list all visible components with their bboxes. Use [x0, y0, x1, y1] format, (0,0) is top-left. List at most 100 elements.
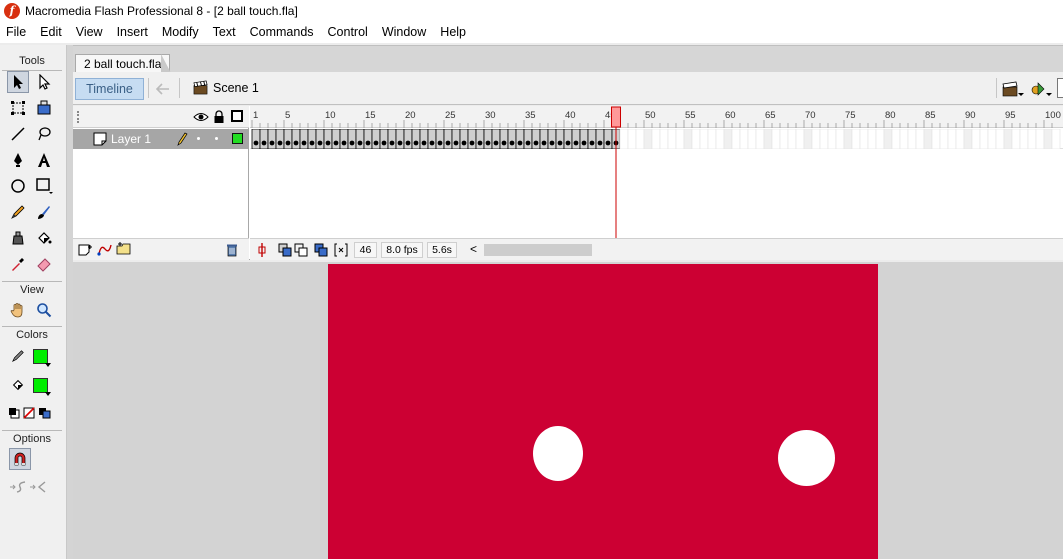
keyframe-dot — [493, 140, 499, 146]
layer-name[interactable]: Layer 1 — [111, 132, 151, 146]
zoom-field-edge[interactable] — [1057, 78, 1063, 98]
fill-transform-tool[interactable] — [33, 97, 55, 119]
menu-modify[interactable]: Modify — [155, 22, 206, 43]
black-white-icon[interactable] — [8, 407, 20, 419]
timeline-horizontal-scrollbar[interactable] — [484, 244, 592, 256]
menu-help[interactable]: Help — [433, 22, 473, 43]
smooth-icon[interactable] — [9, 479, 29, 495]
selection-tool[interactable] — [7, 71, 29, 93]
outline-toggle-icon[interactable] — [231, 110, 243, 122]
lasso-tool[interactable] — [33, 123, 55, 145]
fill-color-swatch[interactable] — [33, 378, 48, 393]
center-frame-icon[interactable] — [256, 243, 268, 257]
line-icon — [11, 127, 25, 141]
ink-bottle-tool[interactable] — [7, 227, 29, 249]
eyedropper-icon — [12, 258, 24, 271]
back-arrow-icon[interactable] — [155, 82, 171, 96]
pencil-tool[interactable] — [7, 201, 29, 223]
show-hide-eye-icon[interactable] — [193, 111, 209, 123]
frames-panel: 1 5 10 15 20 25 30 35 40 45 50 55 60 65 70 75 80 85 90 95 10… — [250, 106, 1063, 260]
keyframe-dot — [301, 140, 307, 146]
stage-canvas[interactable] — [328, 264, 878, 559]
timeline-toggle-button[interactable]: Timeline — [75, 78, 144, 100]
line-tool[interactable] — [7, 123, 29, 145]
keyframe-dot — [501, 140, 507, 146]
swap-colors-icon[interactable] — [38, 407, 52, 419]
ruler-label: 35 — [525, 110, 536, 121]
timeline-panel: Layer 1 1 5 10 15 20 25 30 35 40 45 50 55 60 65 70 75 80… — [73, 106, 1063, 260]
menu-edit[interactable]: Edit — [33, 22, 69, 43]
menu-file[interactable]: File — [0, 22, 33, 43]
menu-text[interactable]: Text — [206, 22, 243, 43]
menu-insert[interactable]: Insert — [110, 22, 155, 43]
magnet-icon — [14, 452, 26, 466]
edit-pencil-icon — [177, 132, 188, 146]
empty-frame-cell — [1011, 128, 1021, 150]
edit-multiple-frames-icon[interactable] — [314, 243, 328, 257]
ruler-label: 15 — [365, 110, 376, 121]
layer-lock-dot[interactable] — [215, 137, 218, 140]
edit-symbols-icon[interactable] — [1030, 80, 1052, 98]
empty-frame-cell — [667, 128, 677, 150]
current-frame-field: 46 — [354, 242, 377, 258]
ink-bottle-icon — [12, 231, 24, 245]
keyframe-dot — [445, 140, 451, 146]
stroke-color-swatch[interactable] — [33, 349, 48, 364]
zoom-tool[interactable] — [33, 299, 55, 321]
eyedropper-tool[interactable] — [7, 253, 29, 275]
delete-layer-trash-icon[interactable] — [225, 243, 239, 257]
title-bar: f Macromedia Flash Professional 8 - [2 b… — [0, 0, 1063, 22]
snap-to-objects-button[interactable] — [9, 448, 31, 470]
keyframe-cell — [507, 128, 517, 150]
edit-scene-icon[interactable] — [1002, 80, 1024, 98]
text-tool[interactable] — [33, 149, 55, 171]
keyframe-cell — [419, 128, 429, 150]
paint-bucket-tool[interactable] — [33, 227, 55, 249]
empty-frame-cell — [803, 128, 813, 150]
straighten-icon[interactable] — [29, 479, 49, 495]
timeline-grip[interactable] — [77, 111, 79, 123]
modify-onion-markers-icon[interactable] — [334, 243, 348, 257]
menu-commands[interactable]: Commands — [243, 22, 321, 43]
menu-view[interactable]: View — [69, 22, 110, 43]
ball-left[interactable] — [533, 426, 583, 481]
insert-layer-icon[interactable] — [77, 243, 93, 257]
pen-tool[interactable] — [7, 149, 29, 171]
layer-outline-color[interactable] — [232, 133, 243, 144]
keyframe-cell — [363, 128, 373, 150]
frame-row[interactable] — [250, 128, 1063, 150]
free-transform-tool[interactable] — [7, 97, 29, 119]
no-color-icon[interactable] — [23, 407, 35, 419]
keyframe-dot — [309, 140, 315, 146]
menu-control[interactable]: Control — [321, 22, 375, 43]
add-motion-guide-icon[interactable] — [97, 242, 113, 256]
scroll-left-arrow[interactable]: < — [470, 242, 477, 256]
hand-tool[interactable] — [7, 299, 29, 321]
subselection-tool[interactable] — [33, 71, 55, 93]
onion-skin-outlines-icon[interactable] — [294, 243, 308, 257]
ball-right[interactable] — [778, 430, 835, 486]
empty-frame-cell — [835, 128, 845, 150]
oval-tool[interactable] — [7, 175, 29, 197]
eraser-tool[interactable] — [33, 253, 55, 275]
keyframe-cell — [259, 128, 269, 150]
layer-visible-dot[interactable] — [197, 137, 200, 140]
keyframe-dot — [341, 140, 347, 146]
insert-folder-icon[interactable] — [116, 242, 132, 256]
edit-bar-right-tools — [996, 78, 1063, 100]
menu-window[interactable]: Window — [375, 22, 433, 43]
frame-rate-field[interactable]: 8.0 fps — [381, 242, 423, 258]
frame-ruler[interactable]: 1 5 10 15 20 25 30 35 40 45 50 55 60 65 70 75 80 85 90 95 10… — [250, 106, 1063, 128]
keyframe-dot — [429, 140, 435, 146]
empty-frame-cell — [627, 128, 637, 150]
document-tab[interactable]: 2 ball touch.fla — [75, 54, 171, 73]
empty-frame-cell — [979, 128, 989, 150]
lock-icon[interactable] — [213, 110, 225, 124]
rectangle-tool[interactable] — [33, 175, 55, 197]
onion-skin-icon[interactable] — [278, 243, 292, 257]
brush-tool[interactable] — [33, 201, 55, 223]
keyframe-cell — [307, 128, 317, 150]
layer-row[interactable]: Layer 1 — [73, 129, 249, 149]
empty-frame-cell — [915, 128, 925, 150]
empty-frame-cell — [987, 128, 997, 150]
